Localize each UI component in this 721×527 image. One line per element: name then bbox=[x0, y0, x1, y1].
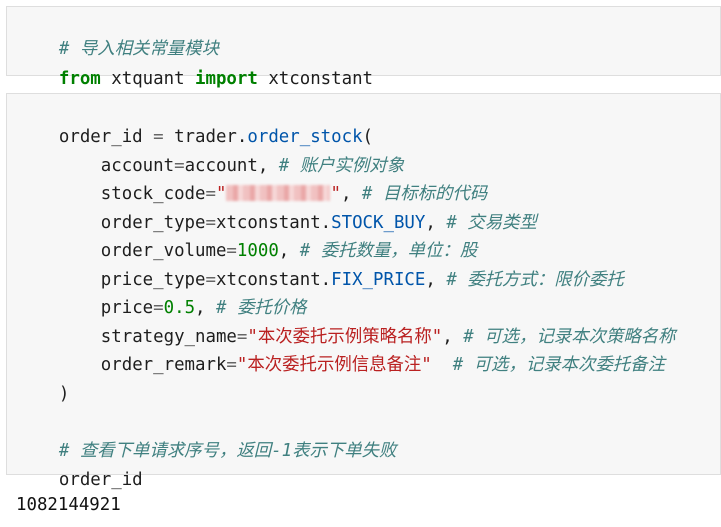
keyword-import: import bbox=[195, 69, 258, 89]
code-line-comment: # 导入相关常量模块 bbox=[17, 13, 219, 59]
code-line-12: # 查看下单请求序号，返回-1表示下单失败 bbox=[17, 415, 397, 461]
attribute-name: FIX_PRICE bbox=[331, 270, 426, 290]
module-name: xtquant bbox=[100, 69, 196, 89]
paren: ) bbox=[58, 384, 70, 404]
code-line-1: order_id = trader.order_stock( bbox=[17, 101, 373, 147]
code-line-9: order_remark="本次委托示例信息备注" # 可选，记录本次委托备注 bbox=[17, 329, 665, 375]
code-line-7: price=0.5, # 委托价格 bbox=[17, 272, 307, 318]
string-literal: "本次委托示例信息备注" bbox=[236, 355, 432, 375]
comma: , bbox=[425, 270, 436, 290]
comment-text: # 委托方式：限价委托 bbox=[435, 270, 624, 290]
code-line-6: price_type=xtconstant.FIX_PRICE, # 委托方式：… bbox=[17, 244, 624, 290]
cell-output: 1082144921 bbox=[16, 495, 121, 515]
code-line-2: account=account, # 账户实例对象 bbox=[17, 130, 404, 176]
var-name: order_id bbox=[58, 470, 143, 490]
code-line-8: strategy_name="本次委托示例策略名称", # 可选，记录本次策略名… bbox=[17, 301, 676, 347]
code-cell-import[interactable]: # 导入相关常量模块 from xtquant import xtconstan… bbox=[6, 6, 721, 89]
code-line-5: order_volume=1000, # 委托数量，单位：股 bbox=[17, 215, 477, 261]
comment-text: # 可选，记录本次委托备注 bbox=[452, 355, 665, 375]
code-line-import: from xtquant import xtconstant bbox=[17, 43, 373, 89]
operator: = bbox=[226, 355, 237, 375]
arg-key: order_remark bbox=[100, 355, 227, 375]
keyword-from: from bbox=[58, 69, 101, 89]
code-line-13: order_id bbox=[17, 444, 143, 490]
code-line-4: order_type=xtconstant.STOCK_BUY, # 交易类型 bbox=[17, 187, 537, 233]
code-line-3: stock_code=" ", # 目标标的代码 bbox=[17, 158, 487, 204]
code-line-10: ) bbox=[17, 358, 69, 404]
import-name: xtconstant bbox=[257, 69, 374, 89]
code-cell-order[interactable]: order_id = trader.order_stock( account=a… bbox=[6, 93, 721, 490]
spacing bbox=[432, 355, 453, 375]
